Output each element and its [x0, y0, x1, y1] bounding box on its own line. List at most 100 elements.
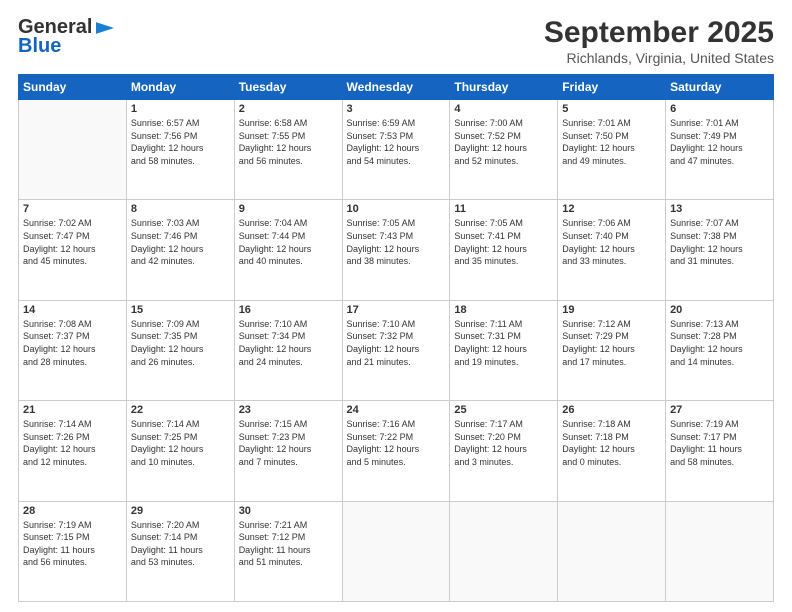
calendar-week-row: 28 Sunrise: 7:19 AMSunset: 7:15 PMDayligh… — [19, 501, 774, 601]
day-number: 17 — [347, 304, 446, 316]
calendar-cell: 15 Sunrise: 7:09 AMSunset: 7:35 PMDayligh… — [126, 300, 234, 400]
calendar-cell: 23Sunrise: 7:15 AMSunset: 7:23 PMDayligh… — [234, 401, 342, 501]
day-number: 21 — [23, 404, 122, 416]
day-info: Sunrise: 6:57 AMSunset: 7:56 PMDaylight:… — [131, 117, 230, 167]
col-wednesday: Wednesday — [342, 75, 450, 100]
day-info: Sunrise: 7:10 AMSunset: 7:32 PMDaylight:… — [347, 318, 446, 368]
calendar-cell: 18 Sunrise: 7:11 AMSunset: 7:31 PMDayligh… — [450, 300, 558, 400]
day-info: Sunrise: 7:01 AMSunset: 7:50 PMDaylight:… — [562, 117, 661, 167]
day-info: Sunrise: 7:19 AMSunset: 7:15 PMDaylight:… — [23, 519, 122, 569]
day-number: 19 — [562, 304, 661, 316]
col-friday: Friday — [558, 75, 666, 100]
calendar-cell: 14 Sunrise: 7:08 AMSunset: 7:37 PMDayligh… — [19, 300, 127, 400]
calendar-cell — [19, 100, 127, 200]
calendar-cell — [342, 501, 450, 601]
calendar-cell: 25Sunrise: 7:17 AMSunset: 7:20 PMDayligh… — [450, 401, 558, 501]
col-thursday: Thursday — [450, 75, 558, 100]
day-number: 16 — [239, 304, 338, 316]
day-info: Sunrise: 7:09 AMSunset: 7:35 PMDaylight:… — [131, 318, 230, 368]
day-number: 15 — [131, 304, 230, 316]
day-number: 1 — [131, 103, 230, 115]
day-info: Sunrise: 7:05 AMSunset: 7:41 PMDaylight:… — [454, 217, 553, 267]
page-title: September 2025 — [544, 16, 774, 50]
day-info: Sunrise: 7:11 AMSunset: 7:31 PMDaylight:… — [454, 318, 553, 368]
calendar-cell: 24 Sunrise: 7:16 AMSunset: 7:22 PMDayligh… — [342, 401, 450, 501]
day-number: 22 — [131, 404, 230, 416]
calendar-cell: 19 Sunrise: 7:12 AMSunset: 7:29 PMDayligh… — [558, 300, 666, 400]
day-info: Sunrise: 7:14 AMSunset: 7:26 PMDaylight:… — [23, 418, 122, 468]
logo-blue: Blue — [18, 35, 61, 58]
day-number: 20 — [670, 304, 769, 316]
day-number: 30 — [239, 505, 338, 517]
calendar-cell: 5Sunrise: 7:01 AMSunset: 7:50 PMDaylight… — [558, 100, 666, 200]
title-block: September 2025 Richlands, Virginia, Unit… — [544, 16, 774, 66]
calendar-cell: 11Sunrise: 7:05 AMSunset: 7:41 PMDayligh… — [450, 200, 558, 300]
page-subtitle: Richlands, Virginia, United States — [544, 50, 774, 66]
col-saturday: Saturday — [666, 75, 774, 100]
day-number: 24 — [347, 404, 446, 416]
calendar-cell: 1 Sunrise: 6:57 AMSunset: 7:56 PMDaylight… — [126, 100, 234, 200]
calendar-week-row: 1 Sunrise: 6:57 AMSunset: 7:56 PMDaylight… — [19, 100, 774, 200]
day-info: Sunrise: 7:20 AMSunset: 7:14 PMDaylight:… — [131, 519, 230, 569]
calendar-header-row: Sunday Monday Tuesday Wednesday Thursday… — [19, 75, 774, 100]
day-number: 4 — [454, 103, 553, 115]
day-info: Sunrise: 7:06 AMSunset: 7:40 PMDaylight:… — [562, 217, 661, 267]
day-info: Sunrise: 7:08 AMSunset: 7:37 PMDaylight:… — [23, 318, 122, 368]
calendar-cell: 4 Sunrise: 7:00 AMSunset: 7:52 PMDaylight… — [450, 100, 558, 200]
day-number: 6 — [670, 103, 769, 115]
calendar-cell: 17 Sunrise: 7:10 AMSunset: 7:32 PMDayligh… — [342, 300, 450, 400]
col-monday: Monday — [126, 75, 234, 100]
day-info: Sunrise: 7:05 AMSunset: 7:43 PMDaylight:… — [347, 217, 446, 267]
day-info: Sunrise: 7:02 AMSunset: 7:47 PMDaylight:… — [23, 217, 122, 267]
calendar-cell: 3Sunrise: 6:59 AMSunset: 7:53 PMDaylight… — [342, 100, 450, 200]
day-info: Sunrise: 7:10 AMSunset: 7:34 PMDaylight:… — [239, 318, 338, 368]
day-info: Sunrise: 7:13 AMSunset: 7:28 PMDaylight:… — [670, 318, 769, 368]
calendar-cell: 13 Sunrise: 7:07 AMSunset: 7:38 PMDayligh… — [666, 200, 774, 300]
calendar-cell: 9Sunrise: 7:04 AMSunset: 7:44 PMDaylight… — [234, 200, 342, 300]
day-info: Sunrise: 7:01 AMSunset: 7:49 PMDaylight:… — [670, 117, 769, 167]
calendar-cell: 6 Sunrise: 7:01 AMSunset: 7:49 PMDaylight… — [666, 100, 774, 200]
calendar-cell: 16 Sunrise: 7:10 AMSunset: 7:34 PMDayligh… — [234, 300, 342, 400]
day-number: 8 — [131, 203, 230, 215]
day-info: Sunrise: 6:58 AMSunset: 7:55 PMDaylight:… — [239, 117, 338, 167]
day-info: Sunrise: 7:15 AMSunset: 7:23 PMDaylight:… — [239, 418, 338, 468]
day-number: 14 — [23, 304, 122, 316]
calendar-cell: 22Sunrise: 7:14 AMSunset: 7:25 PMDayligh… — [126, 401, 234, 501]
calendar-cell: 7Sunrise: 7:02 AMSunset: 7:47 PMDaylight… — [19, 200, 127, 300]
day-number: 18 — [454, 304, 553, 316]
day-number: 27 — [670, 404, 769, 416]
day-info: Sunrise: 6:59 AMSunset: 7:53 PMDaylight:… — [347, 117, 446, 167]
day-info: Sunrise: 7:07 AMSunset: 7:38 PMDaylight:… — [670, 217, 769, 267]
col-tuesday: Tuesday — [234, 75, 342, 100]
day-info: Sunrise: 7:03 AMSunset: 7:46 PMDaylight:… — [131, 217, 230, 267]
calendar-cell: 29 Sunrise: 7:20 AMSunset: 7:14 PMDayligh… — [126, 501, 234, 601]
calendar-cell: 10 Sunrise: 7:05 AMSunset: 7:43 PMDayligh… — [342, 200, 450, 300]
calendar-cell — [558, 501, 666, 601]
calendar-cell — [666, 501, 774, 601]
day-info: Sunrise: 7:17 AMSunset: 7:20 PMDaylight:… — [454, 418, 553, 468]
calendar-cell: 12 Sunrise: 7:06 AMSunset: 7:40 PMDayligh… — [558, 200, 666, 300]
calendar-week-row: 14 Sunrise: 7:08 AMSunset: 7:37 PMDayligh… — [19, 300, 774, 400]
col-sunday: Sunday — [19, 75, 127, 100]
day-info: Sunrise: 7:18 AMSunset: 7:18 PMDaylight:… — [562, 418, 661, 468]
page-header: General Blue September 2025 Richlands, V… — [18, 16, 774, 66]
day-number: 29 — [131, 505, 230, 517]
day-info: Sunrise: 7:16 AMSunset: 7:22 PMDaylight:… — [347, 418, 446, 468]
day-info: Sunrise: 7:04 AMSunset: 7:44 PMDaylight:… — [239, 217, 338, 267]
day-number: 12 — [562, 203, 661, 215]
day-number: 28 — [23, 505, 122, 517]
calendar-week-row: 7Sunrise: 7:02 AMSunset: 7:47 PMDaylight… — [19, 200, 774, 300]
day-info: Sunrise: 7:00 AMSunset: 7:52 PMDaylight:… — [454, 117, 553, 167]
day-number: 13 — [670, 203, 769, 215]
calendar-cell: 20 Sunrise: 7:13 AMSunset: 7:28 PMDayligh… — [666, 300, 774, 400]
logo-icon — [96, 22, 114, 34]
calendar-cell: 27Sunrise: 7:19 AMSunset: 7:17 PMDayligh… — [666, 401, 774, 501]
calendar-cell: 8 Sunrise: 7:03 AMSunset: 7:46 PMDaylight… — [126, 200, 234, 300]
day-number: 2 — [239, 103, 338, 115]
day-info: Sunrise: 7:21 AMSunset: 7:12 PMDaylight:… — [239, 519, 338, 569]
calendar-week-row: 21 Sunrise: 7:14 AMSunset: 7:26 PMDayligh… — [19, 401, 774, 501]
calendar-table: Sunday Monday Tuesday Wednesday Thursday… — [18, 74, 774, 602]
calendar-cell: 21 Sunrise: 7:14 AMSunset: 7:26 PMDayligh… — [19, 401, 127, 501]
day-info: Sunrise: 7:12 AMSunset: 7:29 PMDaylight:… — [562, 318, 661, 368]
day-number: 10 — [347, 203, 446, 215]
